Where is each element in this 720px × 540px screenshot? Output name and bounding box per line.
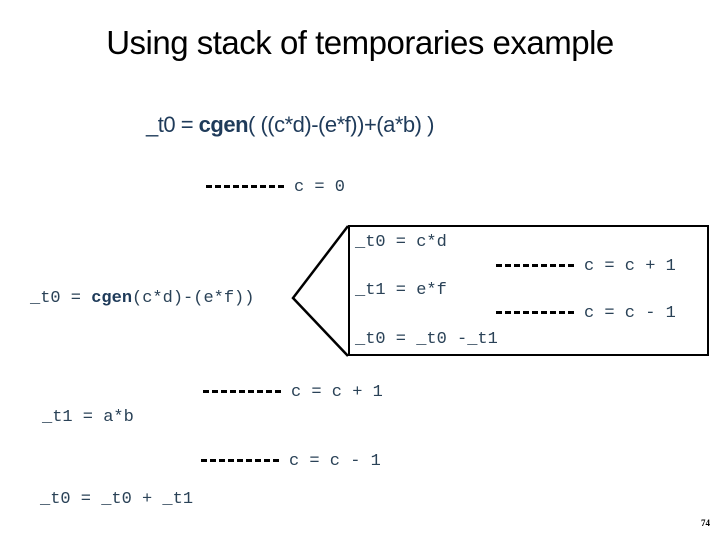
annotation-text: c = c + 1	[584, 257, 676, 276]
bracket-line	[291, 225, 349, 357]
annotation-text: c = c + 1	[291, 383, 383, 402]
dashed-connector	[496, 264, 574, 268]
box-line-1: _t0 = c*d	[355, 233, 447, 252]
annotation-text: c = c - 1	[584, 304, 676, 323]
lower-annotation-increment: c = c + 1	[203, 383, 383, 402]
lower-line-1: _t1 = a*b	[42, 408, 134, 427]
dashed-connector	[496, 311, 574, 315]
lower-annotation-decrement: c = c - 1	[201, 452, 381, 471]
page-number: 74	[701, 518, 710, 528]
box-annotation-decrement: c = c - 1	[496, 304, 676, 323]
lower-line-2: _t0 = _t0 + _t1	[40, 490, 194, 509]
dashed-connector	[201, 459, 279, 463]
box-annotation-increment: c = c + 1	[496, 257, 676, 276]
box-line-2: _t1 = e*f	[355, 281, 447, 300]
dashed-connector	[203, 390, 281, 394]
box-line-3: _t0 = _t0 -_t1	[355, 330, 498, 349]
annotation-text: c = c - 1	[289, 452, 381, 471]
